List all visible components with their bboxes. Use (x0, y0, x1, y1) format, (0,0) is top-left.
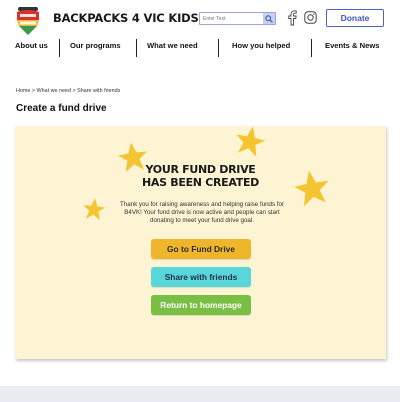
site-header: BACKPACKS 4 VIC KIDS Donate (0, 0, 400, 36)
heading-line: HAS BEEN CREATED (142, 176, 259, 189)
nav-item-about-us[interactable]: About us (15, 41, 48, 50)
footer (0, 386, 400, 402)
backpack-logo-icon (17, 7, 39, 35)
breadcrumb-separator: > (31, 88, 36, 94)
facebook-icon[interactable] (287, 10, 297, 26)
nav-divider (311, 39, 312, 57)
breadcrumb: Home > What we need > Share with friends (16, 88, 120, 94)
main-nav: About us Our programs What we need How y… (0, 36, 400, 58)
nav-item-how-you-helped[interactable]: How you helped (232, 41, 290, 50)
star-icon (83, 198, 106, 221)
breadcrumb-separator: > (72, 88, 76, 94)
nav-divider (136, 39, 137, 57)
search-icon (265, 14, 273, 23)
nav-item-what-we-need[interactable]: What we need (147, 41, 198, 50)
brand-name[interactable]: BACKPACKS 4 VIC KIDS (53, 11, 199, 25)
breadcrumb-home[interactable]: Home (16, 88, 30, 94)
star-icon (236, 126, 266, 157)
search-input[interactable] (200, 13, 264, 24)
instagram-icon[interactable] (304, 11, 317, 24)
search-button[interactable] (263, 13, 275, 24)
search-field[interactable] (199, 12, 276, 25)
confirmation-card: YOUR FUND DRIVE HAS BEEN CREATED Thank y… (15, 126, 386, 359)
nav-item-events-news[interactable]: Events & News (325, 41, 379, 50)
breadcrumb-parent[interactable]: What we need (37, 88, 71, 94)
nav-item-our-programs[interactable]: Our programs (70, 41, 121, 50)
nav-divider (59, 39, 60, 57)
confirmation-message: Thank you for raising awareness and help… (119, 201, 285, 224)
nav-divider (218, 39, 219, 57)
breadcrumb-current: Share with friends (77, 88, 121, 94)
donate-button[interactable]: Donate (326, 9, 384, 27)
heading-line: YOUR FUND DRIVE (145, 163, 256, 176)
share-with-friends-button[interactable]: Share with friends (151, 267, 251, 287)
confirmation-heading: YOUR FUND DRIVE HAS BEEN CREATED (15, 163, 386, 189)
page-title: Create a fund drive (16, 103, 107, 114)
return-to-homepage-button[interactable]: Return to homepage (151, 295, 251, 315)
logo[interactable] (14, 6, 42, 36)
go-to-fund-drive-button[interactable]: Go to Fund Drive (151, 239, 251, 259)
